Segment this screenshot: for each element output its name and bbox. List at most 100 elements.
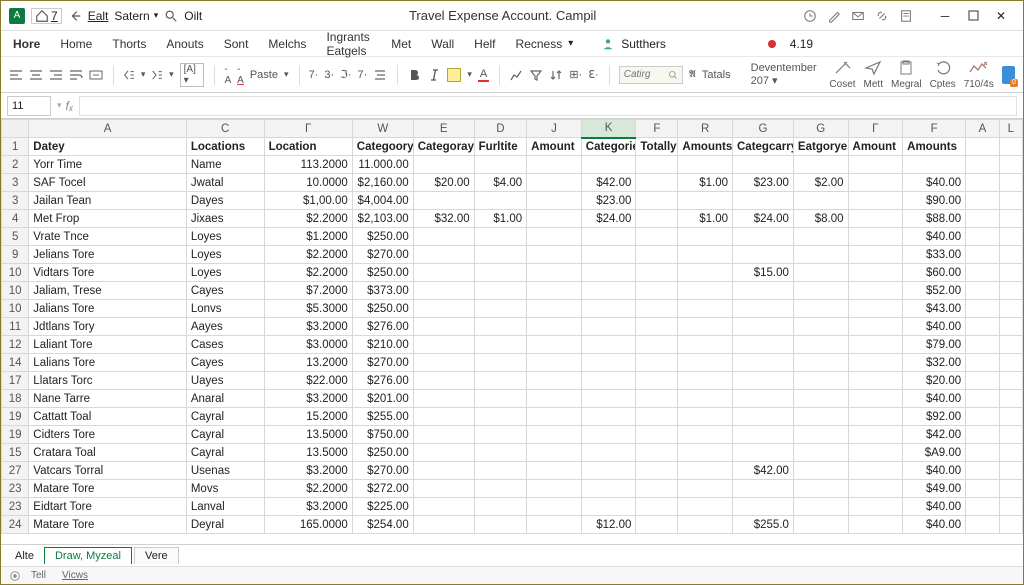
pencil-icon[interactable]	[827, 9, 841, 23]
cell[interactable]	[848, 480, 903, 498]
cell[interactable]: Jwatal	[186, 174, 264, 192]
cell[interactable]	[966, 372, 1000, 390]
row-header[interactable]: 12	[2, 336, 29, 354]
back-arrow-icon[interactable]	[68, 9, 82, 23]
cell[interactable]	[999, 246, 1022, 264]
sparkline-icon[interactable]	[968, 60, 990, 76]
cell[interactable]	[848, 336, 903, 354]
column-header[interactable]: J	[527, 120, 582, 138]
cell[interactable]: $750.00	[352, 426, 413, 444]
formula-bar[interactable]	[79, 96, 1017, 116]
cell[interactable]	[793, 408, 848, 426]
cell[interactable]	[474, 516, 527, 534]
cell[interactable]	[848, 354, 903, 372]
cell[interactable]: Lalians Tore	[29, 354, 187, 372]
cell[interactable]: $42.00	[903, 426, 966, 444]
cell[interactable]: Cattatt Toal	[29, 408, 187, 426]
cell[interactable]	[527, 498, 582, 516]
cell[interactable]: $1.2000	[264, 228, 352, 246]
cell[interactable]: Loyes	[186, 246, 264, 264]
cell[interactable]	[581, 246, 636, 264]
column-header[interactable]: E	[413, 120, 474, 138]
cell[interactable]	[474, 300, 527, 318]
cell[interactable]	[966, 246, 1000, 264]
cell[interactable]	[527, 228, 582, 246]
cell[interactable]	[678, 354, 733, 372]
cell[interactable]	[678, 228, 733, 246]
cell[interactable]	[636, 516, 678, 534]
filter-icon[interactable]	[529, 68, 543, 82]
column-header[interactable]: Γ	[264, 120, 352, 138]
cell[interactable]	[733, 336, 794, 354]
cell[interactable]: $3.2000	[264, 498, 352, 516]
cell[interactable]	[581, 318, 636, 336]
home-indicator[interactable]: 7	[31, 8, 62, 24]
link-icon[interactable]	[875, 9, 889, 23]
cell[interactable]: $4,004.00	[352, 192, 413, 210]
cell[interactable]: Cayral	[186, 444, 264, 462]
cell[interactable]: Vidtars Tore	[29, 264, 187, 282]
cell[interactable]	[474, 336, 527, 354]
ribbon-tab-thorts[interactable]: Thorts	[110, 34, 148, 54]
spreadsheet-grid[interactable]: ACΓWEDJKFRGGΓFAL 1DateyLocationsLocation…	[1, 119, 1023, 555]
cell[interactable]: $270.00	[352, 462, 413, 480]
cell[interactable]	[733, 192, 794, 210]
cell[interactable]	[966, 336, 1000, 354]
cell[interactable]: $2.2000	[264, 480, 352, 498]
cell[interactable]: Met Frop	[29, 210, 187, 228]
cell[interactable]	[999, 156, 1022, 174]
ribbon-tab-met[interactable]: Met	[389, 34, 413, 54]
bold-icon[interactable]	[407, 68, 421, 82]
cell[interactable]	[636, 318, 678, 336]
cell[interactable]: $32.00	[903, 354, 966, 372]
ribbon-search-input[interactable]	[624, 69, 664, 80]
cell[interactable]	[733, 480, 794, 498]
cell[interactable]	[636, 156, 678, 174]
cell[interactable]	[999, 408, 1022, 426]
cell[interactable]	[848, 498, 903, 516]
cell[interactable]: $3.2000	[264, 462, 352, 480]
indent-icon[interactable]	[373, 68, 387, 82]
cell[interactable]: Jixaes	[186, 210, 264, 228]
close-button[interactable]: ✕	[987, 4, 1015, 28]
cell[interactable]: 165.0000	[264, 516, 352, 534]
cell[interactable]	[793, 192, 848, 210]
cell[interactable]	[793, 516, 848, 534]
column-header[interactable]: R	[678, 120, 733, 138]
insert-icon[interactable]: ℇ·	[588, 68, 598, 81]
row-header[interactable]: 10	[2, 300, 29, 318]
cell[interactable]	[793, 462, 848, 480]
sheet-tab-active[interactable]: Draw, Myzeal	[44, 547, 132, 564]
cell[interactable]	[793, 444, 848, 462]
cell[interactable]	[581, 444, 636, 462]
header-cell[interactable]: Furltite	[474, 138, 527, 156]
cell[interactable]: $2.00	[793, 174, 848, 192]
maximize-button[interactable]	[959, 4, 987, 28]
cell[interactable]	[966, 516, 1000, 534]
cell[interactable]	[848, 462, 903, 480]
cell[interactable]	[848, 192, 903, 210]
cell[interactable]	[966, 390, 1000, 408]
cell[interactable]	[636, 498, 678, 516]
cell[interactable]: $270.00	[352, 354, 413, 372]
cell[interactable]	[678, 516, 733, 534]
cell[interactable]: Jaliam, Trese	[29, 282, 187, 300]
cell[interactable]	[636, 174, 678, 192]
row-header[interactable]: 1	[2, 138, 29, 156]
cell[interactable]	[678, 300, 733, 318]
cell[interactable]: Loyes	[186, 228, 264, 246]
cell[interactable]	[793, 426, 848, 444]
cell[interactable]	[966, 282, 1000, 300]
ribbon-tab-hore[interactable]: Hore	[11, 34, 42, 54]
cell[interactable]: $3.0000	[264, 336, 352, 354]
cell[interactable]	[636, 444, 678, 462]
cell[interactable]: Vatcars Torral	[29, 462, 187, 480]
cell[interactable]: $92.00	[903, 408, 966, 426]
header-cell[interactable]: Categorie	[581, 138, 636, 156]
cell[interactable]	[793, 354, 848, 372]
cell[interactable]	[413, 462, 474, 480]
addin-icon[interactable]: 0	[1002, 66, 1015, 84]
cell[interactable]	[999, 426, 1022, 444]
cell[interactable]	[527, 264, 582, 282]
cell[interactable]	[733, 444, 794, 462]
